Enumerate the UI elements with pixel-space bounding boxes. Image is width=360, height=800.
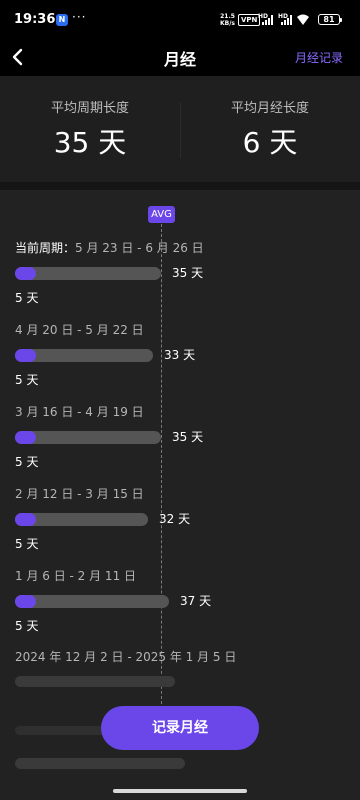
avg-period-label: 平均月经长度 [230,101,309,116]
cycle-length-bar [15,513,148,526]
cycle-length-bar [15,349,153,362]
cycle-length-bar [15,431,161,444]
status-time: 19:36 [14,12,56,27]
period-length-bar [15,595,36,608]
signal-icon [262,15,276,25]
avg-period-stat: 平均月经长度 6 天 [180,76,360,182]
current-cycle-label: 当前周期： [15,241,76,255]
cycle-row[interactable]: 2 月 12 日 - 3 月 15 日 32 天 5 天 [0,485,360,567]
cycle-row[interactable]: 当前周期：5 月 23 日 - 6 月 26 日 35 天 5 天 [0,239,360,321]
status-bar: 19:36 N ··· 21.5 KB/s VPN HD HD 81 [0,0,360,40]
avg-period-value: 6 天 [242,126,298,159]
cycle-date-range: 1 月 6 日 - 2 月 11 日 [15,567,136,584]
period-length-label: 5 天 [15,373,39,387]
period-length-label: 5 天 [15,455,39,469]
avg-cycle-label: 平均周期长度 [50,101,129,116]
more-notifications-icon: ··· [72,10,87,24]
home-indicator [113,789,247,793]
wifi-icon [297,14,309,25]
cycle-range-text: 4 月 20 日 - 5 月 22 日 [15,323,144,337]
period-length-label: 5 天 [15,291,39,305]
signal-icon-2 [281,15,295,25]
faded-row-bar-2 [15,758,185,769]
avg-badge: AVG [148,206,175,223]
avg-cycle-stat: 平均周期长度 35 天 [0,76,180,182]
summary-stats: 平均周期长度 35 天 平均月经长度 6 天 [0,76,360,182]
network-speed-value: 21.5 [220,13,235,20]
cycle-row[interactable]: 1 月 6 日 - 2 月 11 日 37 天 5 天 [0,567,360,649]
period-length-bar [15,349,36,362]
period-length-bar [15,431,36,444]
cycle-length-label: 32 天 [159,512,191,526]
cycle-length-label: 35 天 [172,430,204,444]
cycle-date-range: 3 月 16 日 - 4 月 19 日 [15,403,144,420]
period-length-bar [15,513,36,526]
cycle-row[interactable]: 3 月 16 日 - 4 月 19 日 35 天 5 天 [0,403,360,485]
cycle-range-text: 3 月 16 日 - 4 月 19 日 [15,405,144,419]
top-nav: 月经 月经记录 [0,40,360,76]
period-records-link[interactable]: 月经记录 [295,49,343,66]
battery-icon: 81 [318,14,342,25]
cycle-length-label: 33 天 [164,348,196,362]
partial-cycle-range: 2024 年 12 月 2 日 - 2025 年 1 月 5 日 [15,650,237,664]
period-length-label: 5 天 [15,619,39,633]
network-speed-unit: KB/s [220,20,235,27]
cycle-date-range: 4 月 20 日 - 5 月 22 日 [15,321,144,338]
cycle-range-text: 2 月 12 日 - 3 月 15 日 [15,487,144,501]
cycle-date-range: 2 月 12 日 - 3 月 15 日 [15,485,144,502]
notification-app-icon: N [56,14,68,26]
log-period-button[interactable]: 记录月经 [101,706,259,750]
cycle-range-text: 1 月 6 日 - 2 月 11 日 [15,569,137,583]
period-length-bar [15,267,36,280]
cycle-length-label: 37 天 [180,594,212,608]
cycle-length-label: 35 天 [172,266,204,280]
cycle-row[interactable]: 4 月 20 日 - 5 月 22 日 33 天 5 天 [0,321,360,403]
cycle-range-text: 5 月 23 日 - 6 月 26 日 [75,241,204,255]
avg-cycle-value: 35 天 [53,126,127,159]
network-speed: 21.5 KB/s [220,13,235,27]
cycle-date-range: 当前周期：5 月 23 日 - 6 月 26 日 [15,239,204,256]
cycle-length-bar [15,595,169,608]
faded-row-bar [15,676,175,687]
period-length-label: 5 天 [15,537,39,551]
cycle-length-bar [15,267,161,280]
